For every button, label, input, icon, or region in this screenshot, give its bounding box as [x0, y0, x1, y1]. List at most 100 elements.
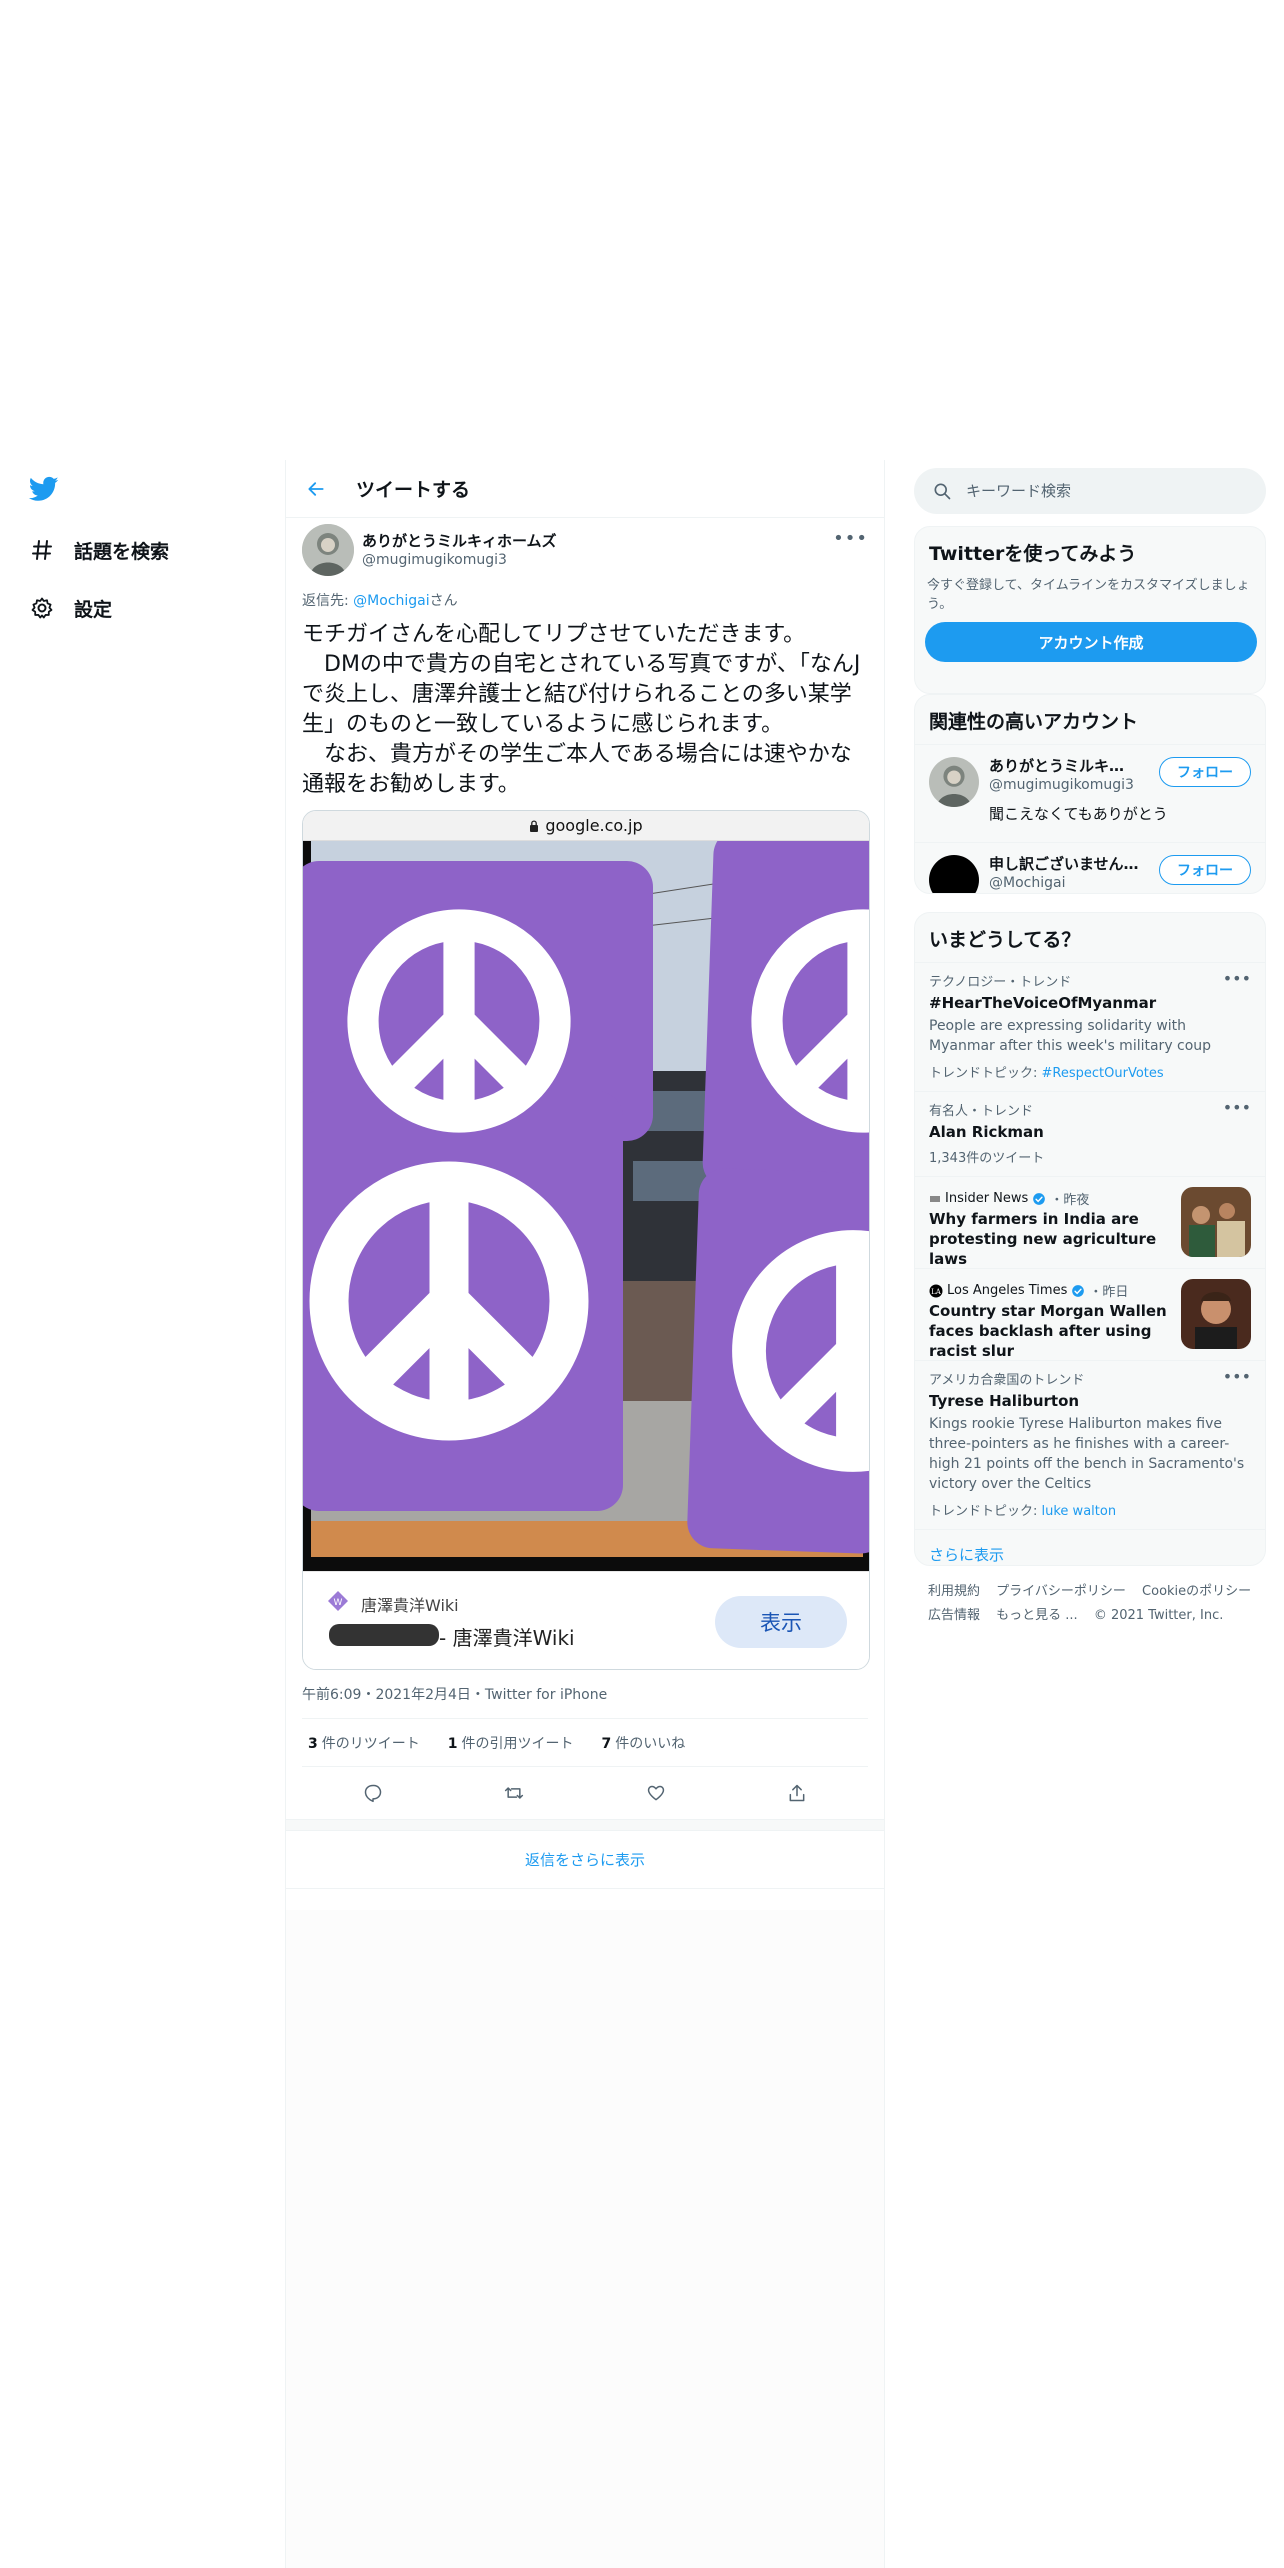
- trend-context: アメリカ合衆国のトレンド: [929, 1373, 1085, 1388]
- news-headline: Why farmers in India are protesting new …: [929, 1210, 1157, 1268]
- who-to-follow-panel: 関連性の高いアカウント ありがとうミルキィホ… @mugimugikomugi3…: [914, 694, 1266, 894]
- trend-item[interactable]: アメリカ合衆国のトレンド Tyrese Haliburton Kings roo…: [915, 1360, 1265, 1529]
- signup-text: 今すぐ登録して、タイムラインをカスタマイズしましょう。: [927, 578, 1250, 612]
- more-options-icon[interactable]: •••: [1223, 1367, 1251, 1386]
- trend-topic: トレンドトピック: luke walton: [929, 1504, 1117, 1519]
- who-to-follow-title: 関連性の高いアカウント: [929, 711, 1139, 733]
- reply-suffix: さん: [429, 593, 458, 609]
- source-logo-icon: [930, 1195, 940, 1202]
- section-divider: [286, 1819, 884, 1831]
- trend-context: 有名人・トレンド: [929, 1104, 1034, 1119]
- hashtag-icon: [28, 536, 56, 564]
- trend-context: テクノロジー・トレンド: [929, 975, 1072, 990]
- like-count[interactable]: 7 件のいいね: [596, 1733, 686, 1753]
- tweet: ありがとうミルキィホームズ @mugimugikomugi3 ••• 返信先: …: [286, 518, 884, 1889]
- search-icon: [934, 483, 951, 500]
- avatar[interactable]: [302, 524, 354, 576]
- signup-panel: Twitterを使ってみよう 今すぐ登録して、タイムラインをカスタマイズしましょ…: [914, 526, 1266, 694]
- footer-link-ads[interactable]: 広告情報: [928, 1608, 980, 1623]
- footer-link-terms[interactable]: 利用規約: [928, 1584, 980, 1599]
- twitter-logo-icon[interactable]: [26, 474, 62, 504]
- create-account-button[interactable]: アカウント作成: [925, 622, 1257, 662]
- footer-link-more[interactable]: もっと見る ...: [996, 1608, 1078, 1623]
- retweet-count[interactable]: 3 件のリツイート: [302, 1733, 420, 1753]
- account-item[interactable]: 申し訳ございません… @Mochigai フォロー: [915, 842, 1265, 893]
- trends-title: いまどうしてる？: [929, 929, 1081, 951]
- more-options-icon[interactable]: •••: [1223, 969, 1251, 988]
- trend-title: Alan Rickman: [929, 1123, 1044, 1141]
- more-options-icon[interactable]: •••: [833, 528, 868, 549]
- link-card[interactable]: google.co.jp W 唐澤貴洋Wiki - 唐澤貴洋Wiki 表示: [302, 810, 870, 1670]
- author-name[interactable]: ありがとうミルキィホームズ: [362, 530, 557, 551]
- account-handle: @mugimugikomugi3: [989, 777, 1134, 793]
- share-icon[interactable]: [777, 1773, 817, 1813]
- account-name: 申し訳ございません…: [989, 855, 1139, 873]
- footer-link-privacy[interactable]: プライバシーポリシー: [996, 1584, 1126, 1599]
- reply-prefix: 返信先:: [302, 593, 354, 609]
- retweet-icon[interactable]: [494, 1773, 534, 1813]
- card-footer: W 唐澤貴洋Wiki - 唐澤貴洋Wiki 表示: [303, 1571, 869, 1669]
- svg-text:W: W: [334, 1598, 343, 1608]
- footer-link-cookies[interactable]: Cookieのポリシー: [1142, 1584, 1251, 1599]
- trend-title: Tyrese Haliburton: [929, 1392, 1080, 1410]
- card-open-button[interactable]: 表示: [715, 1596, 847, 1648]
- news-headline: Country star Morgan Wallen faces backlas…: [929, 1302, 1167, 1360]
- nav-settings-label: 設定: [74, 598, 113, 621]
- tweet-actions: [302, 1767, 868, 1819]
- reply-icon[interactable]: [353, 1773, 393, 1813]
- account-name: ありがとうミルキィホ…: [989, 757, 1139, 775]
- page-title: ツイートする: [356, 479, 471, 501]
- account-bio: 聞こえなくてもありがとう: [989, 805, 1168, 823]
- footer-links: 利用規約 プライバシーポリシー Cookieのポリシー 広告情報 もっと見る .…: [928, 1580, 1268, 1628]
- nav-explore-label: 話題を検索: [74, 540, 170, 563]
- nav-settings[interactable]: 設定: [28, 588, 112, 628]
- trend-item[interactable]: 有名人・トレンド Alan Rickman 1,343件のツイート •••: [915, 1091, 1265, 1176]
- tweet-author: ありがとうミルキィホームズ @mugimugikomugi3 •••: [286, 518, 884, 582]
- nav-explore[interactable]: 話題を検索: [28, 530, 169, 570]
- empty-area: [286, 1910, 884, 2568]
- signup-title: Twitterを使ってみよう: [929, 543, 1137, 565]
- news-source: Insider News ・昨夜: [929, 1189, 1089, 1208]
- news-item[interactable]: LA Los Angeles Times ・昨日 Country star Mo…: [915, 1268, 1265, 1360]
- wiki-site-icon: W: [328, 1591, 348, 1611]
- news-source: LA Los Angeles Times ・昨日: [929, 1281, 1128, 1300]
- trend-tweet-count: 1,343件のツイート: [929, 1151, 1045, 1166]
- page-root: 話題を検索 設定 ツイートする ありがとうミルキィホームズ @mugimugik…: [0, 0, 1284, 2568]
- show-more-trends-link[interactable]: さらに表示: [915, 1529, 1265, 1565]
- svg-text:LA: LA: [931, 1288, 942, 1296]
- more-options-icon[interactable]: •••: [1223, 1098, 1251, 1117]
- card-url: google.co.jp: [545, 816, 643, 835]
- verified-badge-icon: [1033, 1192, 1046, 1205]
- author-handle[interactable]: @mugimugikomugi3: [362, 552, 507, 568]
- quote-count[interactable]: 1 件の引用ツイート: [442, 1733, 574, 1753]
- like-icon[interactable]: [636, 1773, 676, 1813]
- redaction-mark: [329, 1624, 439, 1646]
- lock-icon: [530, 819, 539, 832]
- search-box[interactable]: [914, 468, 1266, 514]
- avatar: [929, 855, 979, 893]
- trend-item[interactable]: テクノロジー・トレンド #HearTheVoiceOfMyanmar Peopl…: [915, 962, 1265, 1091]
- trend-description: Kings rookie Tyrese Haliburton makes fiv…: [929, 1416, 1245, 1492]
- trend-topic: トレンドトピック: #RespectOurVotes: [929, 1066, 1164, 1081]
- avatar: [929, 757, 979, 807]
- back-button[interactable]: [286, 460, 346, 518]
- news-thumbnail: [1181, 1279, 1251, 1349]
- news-item[interactable]: Insider News ・昨夜 Why farmers in India ar…: [915, 1176, 1265, 1268]
- follow-button[interactable]: フォロー: [1159, 855, 1251, 885]
- news-thumbnail: [1181, 1187, 1251, 1257]
- gear-icon: [28, 594, 56, 622]
- show-more-replies-link[interactable]: 返信をさらに表示: [286, 1831, 884, 1889]
- card-url-bar: google.co.jp: [303, 811, 869, 841]
- main-column: ツイートする ありがとうミルキィホームズ @mugimugikomugi3 ••…: [285, 460, 885, 2568]
- card-page-title: - 唐澤貴洋Wiki: [439, 1626, 575, 1650]
- card-image: [303, 841, 869, 1571]
- account-handle: @Mochigai: [989, 875, 1066, 891]
- reply-handle-link[interactable]: @Mochigai: [353, 593, 429, 609]
- follow-button[interactable]: フォロー: [1159, 757, 1251, 787]
- search-input[interactable]: [966, 482, 1226, 500]
- verified-badge-icon: [1072, 1284, 1085, 1297]
- account-item[interactable]: ありがとうミルキィホ… @mugimugikomugi3 聞こえなくてもありがと…: [915, 744, 1265, 842]
- arrow-left-icon: [308, 481, 324, 496]
- tweet-timestamp[interactable]: 午前6:09・2021年2月4日・Twitter for iPhone: [302, 1684, 868, 1719]
- trend-description: People are expressing solidarity with My…: [929, 1018, 1212, 1054]
